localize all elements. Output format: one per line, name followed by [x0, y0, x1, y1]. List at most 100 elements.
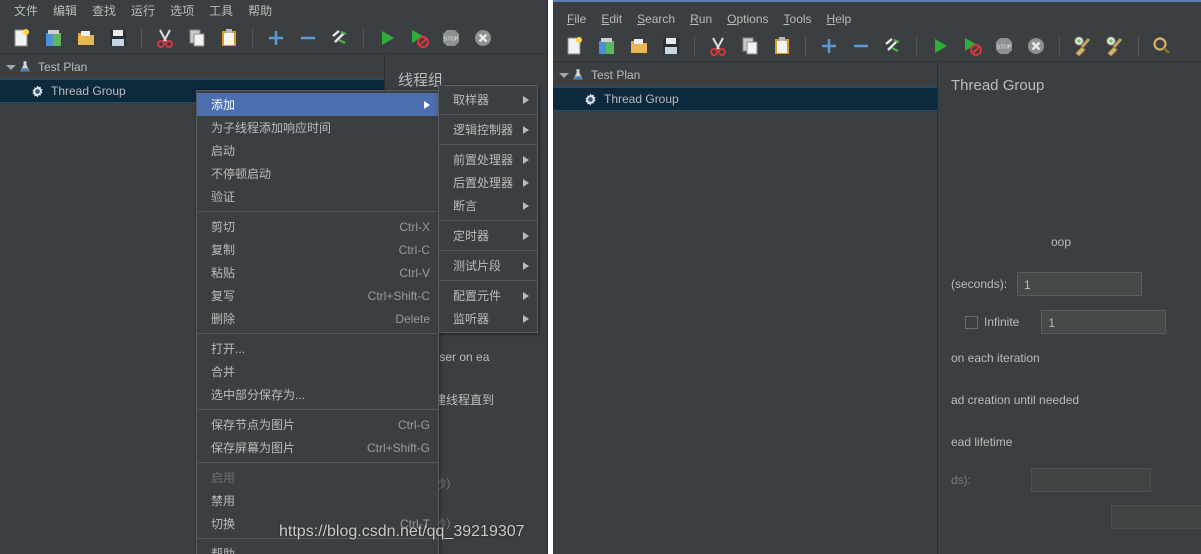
shutdown-icon[interactable] — [469, 25, 497, 51]
chevron-down-icon[interactable] — [559, 70, 569, 80]
menubar-item-file-zh[interactable]: 文件 — [8, 1, 44, 21]
menubar-item-search[interactable]: Search — [631, 9, 681, 29]
menubar-item-edit[interactable]: Edit — [595, 9, 628, 29]
submenu-item-config-element-zh[interactable]: 配置元件 — [439, 284, 537, 307]
toggle-icon[interactable] — [326, 25, 354, 51]
copy-icon[interactable] — [736, 33, 764, 59]
thread-group-icon — [32, 85, 43, 97]
paste-icon[interactable] — [768, 33, 796, 59]
search-icon[interactable] — [1148, 33, 1176, 59]
tree-row-thread-group[interactable]: Thread Group — [553, 87, 937, 111]
menu-item-help-zh[interactable]: 帮助 — [197, 542, 438, 554]
startup-delay-input[interactable] — [1111, 505, 1201, 529]
stop-icon[interactable]: STOP — [990, 33, 1018, 59]
copy-icon[interactable] — [183, 25, 211, 51]
cut-icon[interactable] — [151, 25, 179, 51]
menubar-item-help-zh[interactable]: 帮助 — [242, 1, 278, 21]
collapse-all-icon[interactable] — [847, 33, 875, 59]
watermark-left: https://blog.csdn.net/qq_39219307 — [279, 523, 525, 540]
open-icon[interactable] — [625, 33, 653, 59]
clear-icon[interactable] — [1069, 33, 1097, 59]
start-icon[interactable] — [373, 25, 401, 51]
left-add-submenu[interactable]: 取样器 逻辑控制器 前置处理器 后置处理器 断言 定时器 测试片段 配置元件 监… — [438, 85, 538, 333]
menu-item-paste-zh[interactable]: 粘贴 Ctrl-V — [197, 261, 438, 284]
clear-all-icon[interactable] — [1101, 33, 1129, 59]
expand-all-icon[interactable] — [262, 25, 290, 51]
duration-input[interactable] — [1031, 468, 1152, 492]
menu-item-label: 测试片段 — [453, 259, 502, 273]
menu-item-label: 启动 — [211, 144, 236, 158]
right-form-startup-delay-row — [951, 502, 1201, 532]
menubar-item-options[interactable]: Options — [721, 9, 774, 29]
templates-icon[interactable] — [40, 25, 68, 51]
menubar-item-help[interactable]: Help — [821, 9, 858, 29]
submenu-item-listener-zh[interactable]: 监听器 — [439, 307, 537, 330]
menu-separator — [439, 220, 537, 221]
menu-item-duplicate-zh[interactable]: 复写 Ctrl+Shift-C — [197, 284, 438, 307]
right-form-same-user: on each iteration — [951, 351, 1040, 365]
start-no-pauses-icon[interactable] — [405, 25, 433, 51]
tree-row-test-plan[interactable]: Test Plan — [0, 55, 384, 79]
start-icon[interactable] — [926, 33, 954, 59]
menu-item-save-selection-as-zh[interactable]: 选中部分保存为... — [197, 383, 438, 406]
submenu-item-sampler-zh[interactable]: 取样器 — [439, 88, 537, 111]
menubar-item-search-zh[interactable]: 查找 — [86, 1, 122, 21]
menu-item-open-zh[interactable]: 打开... — [197, 337, 438, 360]
stop-icon[interactable]: STOP — [437, 25, 465, 51]
menu-item-remove-zh[interactable]: 删除 Delete — [197, 307, 438, 330]
templates-icon[interactable] — [593, 33, 621, 59]
menubar-item-file[interactable]: File — [561, 9, 592, 29]
menubar-item-tools[interactable]: Tools — [778, 9, 818, 29]
cut-icon[interactable] — [704, 33, 732, 59]
loopcount-input[interactable]: 1 — [1041, 310, 1167, 334]
save-icon[interactable] — [657, 33, 685, 59]
menubar-item-edit-zh[interactable]: 编辑 — [47, 1, 83, 21]
rampup-input[interactable]: 1 — [1017, 272, 1143, 296]
collapse-all-icon[interactable] — [294, 25, 322, 51]
start-no-pauses-icon[interactable] — [958, 33, 986, 59]
menu-item-label: 断言 — [453, 199, 478, 213]
submenu-item-pre-processors-zh[interactable]: 前置处理器 — [439, 148, 537, 171]
infinite-checkbox[interactable] — [965, 315, 978, 329]
menu-item-label: 配置元件 — [453, 289, 502, 303]
menubar-item-run-zh[interactable]: 运行 — [125, 1, 161, 21]
chevron-right-icon — [523, 155, 529, 164]
left-context-menu[interactable]: 添加 为子线程添加响应时间 启动 不停顿启动 验证 剪切 Ctrl-X 复制 C… — [196, 90, 439, 554]
paste-icon[interactable] — [215, 25, 243, 51]
new-icon[interactable] — [8, 25, 36, 51]
menu-item-start-no-pauses-zh[interactable]: 不停顿启动 — [197, 162, 438, 185]
menu-item-cut-zh[interactable]: 剪切 Ctrl-X — [197, 215, 438, 238]
right-form-rampup-label: (seconds): — [951, 277, 1008, 291]
submenu-item-post-processors-zh[interactable]: 后置处理器 — [439, 171, 537, 194]
submenu-item-logic-controller-zh[interactable]: 逻辑控制器 — [439, 118, 537, 141]
menu-item-label: 打开... — [211, 342, 246, 356]
menubar-item-run[interactable]: Run — [684, 9, 718, 29]
menu-item-disable-zh[interactable]: 禁用 — [197, 489, 438, 512]
toolbar-separator — [916, 35, 917, 56]
chevron-down-icon[interactable] — [6, 62, 16, 72]
menu-item-label: 启用 — [211, 471, 236, 485]
new-icon[interactable] — [561, 33, 589, 59]
menu-item-add-zh[interactable]: 添加 — [197, 93, 438, 116]
svg-text:STOP: STOP — [997, 44, 1012, 50]
submenu-item-timer-zh[interactable]: 定时器 — [439, 224, 537, 247]
right-test-plan-tree[interactable]: Test Plan Thread Group — [553, 63, 938, 554]
expand-all-icon[interactable] — [815, 33, 843, 59]
menu-item-merge-zh[interactable]: 合并 — [197, 360, 438, 383]
menu-item-add-think-times-zh[interactable]: 为子线程添加响应时间 — [197, 116, 438, 139]
submenu-item-assertions-zh[interactable]: 断言 — [439, 194, 537, 217]
open-icon[interactable] — [72, 25, 100, 51]
menu-item-copy-zh[interactable]: 复制 Ctrl-C — [197, 238, 438, 261]
save-icon[interactable] — [104, 25, 132, 51]
menu-item-start-zh[interactable]: 启动 — [197, 139, 438, 162]
menu-item-save-node-as-image-zh[interactable]: 保存节点为图片 Ctrl-G — [197, 413, 438, 436]
menu-item-save-screen-as-image-zh[interactable]: 保存屏幕为图片 Ctrl+Shift-G — [197, 436, 438, 459]
toggle-icon[interactable] — [879, 33, 907, 59]
submenu-item-test-fragment-zh[interactable]: 测试片段 — [439, 254, 537, 277]
menu-item-validate-zh[interactable]: 验证 — [197, 185, 438, 208]
menubar-item-options-zh[interactable]: 选项 — [164, 1, 200, 21]
shutdown-icon[interactable] — [1022, 33, 1050, 59]
menu-separator — [439, 144, 537, 145]
tree-row-test-plan[interactable]: Test Plan — [553, 63, 937, 87]
menubar-item-tools-zh[interactable]: 工具 — [203, 1, 239, 21]
